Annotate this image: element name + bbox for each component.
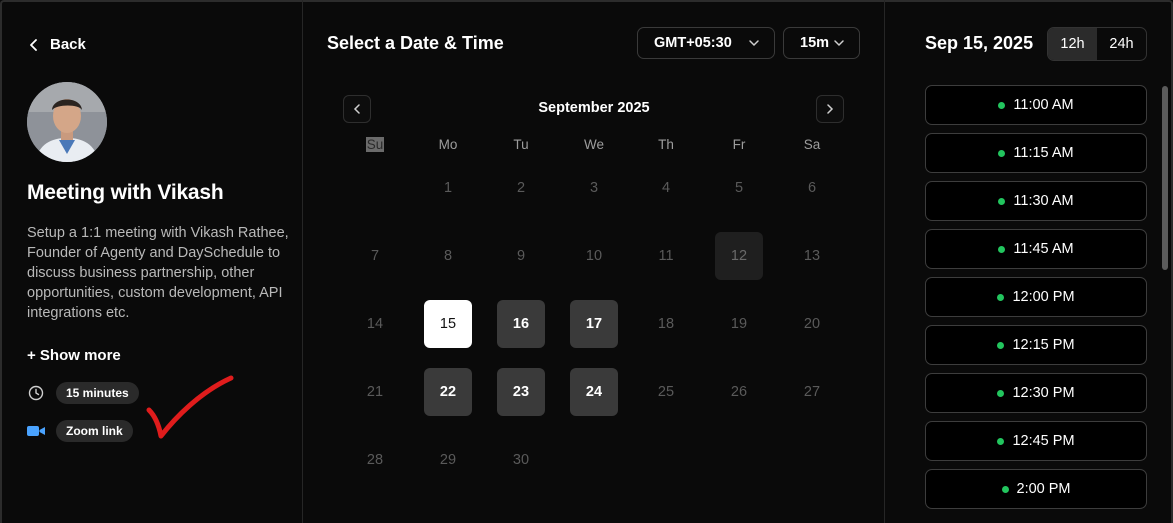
calendar-day: 12 [715,232,763,280]
calendar-day: 14 [366,316,384,332]
time-slot-label: 12:00 PM [1012,289,1075,305]
time-slot-label: 2:00 PM [1016,481,1071,497]
chevron-right-icon [827,104,834,114]
calendar-day: 20 [803,316,821,332]
availability-dot-icon [998,245,1006,253]
time-slot-button[interactable]: 12:45 PM [925,421,1147,461]
location-row: Zoom link [26,420,133,442]
time-slot-label: 11:15 AM [1013,145,1074,161]
availability-dot-icon [997,437,1005,445]
availability-dot-icon [998,197,1006,205]
calendar-day: 18 [657,316,675,332]
month-label: September 2025 [538,100,650,116]
time-slot-label: 11:00 AM [1013,97,1074,113]
calendar-day: 5 [734,180,744,196]
checkmark-annotation-icon [146,375,234,439]
calendar-day: 13 [803,248,821,264]
event-info-panel: Back Meeting with Vikash Setup a 1:1 mee… [0,0,303,523]
time-slots-panel: Sep 15, 2025 12h 24h 11:00 AM 11:15 AM 11:… [885,0,1173,523]
calendar-day: 21 [366,384,384,400]
calendar-day: 28 [366,452,384,468]
weekday-label: Th [658,137,674,152]
clock-icon [26,383,46,403]
calendar-day: 27 [803,384,821,400]
time-slot-label: 11:30 AM [1013,193,1074,209]
time-slot-label: 12:45 PM [1012,433,1075,449]
time-slot-button[interactable]: 11:00 AM [925,85,1147,125]
duration-value: 15m [800,35,830,51]
calendar-day: 9 [516,248,526,264]
weekday-label: Mo [438,137,458,152]
format-12h-button[interactable]: 12h [1048,28,1097,60]
timezone-select[interactable]: GMT+05:30 [637,27,775,59]
duration-row: 15 minutes [26,382,139,404]
next-month-button[interactable] [816,95,844,123]
show-more-link[interactable]: + Show more [27,347,121,364]
availability-dot-icon [997,293,1005,301]
chevron-left-icon [30,38,37,51]
time-slot-button[interactable]: 2:00 PM [925,469,1147,509]
availability-dot-icon [998,149,1006,157]
chevron-down-icon [834,40,844,47]
calendar-day: 3 [589,180,599,196]
scrollbar[interactable] [1162,86,1168,270]
event-title: Meeting with Vikash [27,181,224,204]
time-slot-label: 12:15 PM [1012,337,1075,353]
weekday-label: Tu [513,137,529,152]
calendar-day: 19 [730,316,748,332]
back-label: Back [50,36,86,53]
calendar-day[interactable]: 16 [497,300,545,348]
calendar-day[interactable]: 24 [570,368,618,416]
video-camera-icon [26,421,46,441]
calendar-day: 30 [512,452,530,468]
location-badge: Zoom link [56,420,133,442]
calendar-day: 25 [657,384,675,400]
time-slot-button[interactable]: 12:15 PM [925,325,1147,365]
calendar-day: 11 [658,248,674,264]
calendar-day[interactable]: 22 [424,368,472,416]
duration-select[interactable]: 15m [783,27,860,59]
calendar-day: 4 [661,180,671,196]
weekday-label: We [583,137,604,152]
calendar-day: 7 [370,248,380,264]
time-format-toggle: 12h 24h [1047,27,1147,61]
calendar-day[interactable]: 15 [424,300,472,348]
calendar-day: 8 [443,248,453,264]
calendar-day[interactable]: 17 [570,300,618,348]
time-slot-label: 12:30 PM [1012,385,1075,401]
format-24h-button[interactable]: 24h [1097,28,1146,60]
duration-badge: 15 minutes [56,382,139,404]
timezone-value: GMT+05:30 [654,35,732,51]
time-slot-label: 11:45 AM [1013,241,1074,257]
calendar-day: 1 [443,180,453,196]
back-button[interactable]: Back [28,36,86,53]
availability-dot-icon [998,101,1006,109]
weekday-label: Su [365,137,385,152]
event-description: Setup a 1:1 meeting with Vikash Rathee, … [27,225,289,321]
weekday-label: Fr [732,137,746,152]
availability-dot-icon [997,389,1005,397]
selected-date-heading: Sep 15, 2025 [925,33,1034,53]
time-slot-button[interactable]: 11:30 AM [925,181,1147,221]
availability-dot-icon [1001,485,1009,493]
time-slot-button[interactable]: 11:45 AM [925,229,1147,269]
calendar-day: 10 [585,248,603,264]
calendar-day: 26 [730,384,748,400]
time-slot-button[interactable]: 12:00 PM [925,277,1147,317]
calendar-panel: Select a Date & Time GMT+05:30 15m Septe… [303,0,885,523]
avatar [27,82,107,162]
calendar-day: 29 [439,452,457,468]
weekday-label: Sa [803,137,821,152]
calendar-day[interactable]: 23 [497,368,545,416]
chevron-down-icon [749,40,759,47]
calendar-day: 6 [807,180,817,196]
time-slot-button[interactable]: 12:30 PM [925,373,1147,413]
calendar-heading: Select a Date & Time [327,33,504,53]
calendar-day: 2 [516,180,526,196]
time-slot-button[interactable]: 11:15 AM [925,133,1147,173]
availability-dot-icon [997,341,1005,349]
